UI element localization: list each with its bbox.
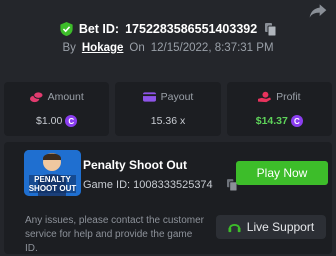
payout-value: 15.36 x [150,115,186,127]
bet-author-row: By Hokage On 12/15/2022, 8:37:31 PM [0,42,336,54]
bet-id-label: Bet ID: [78,22,120,36]
play-now-button[interactable]: Play Now [236,161,328,185]
live-support-label: Live Support [246,220,315,234]
username-link[interactable]: Hokage [82,42,124,54]
thumbnail-title-line2: SHOOT OUT [29,184,77,193]
game-id-value: 1008333525374 [133,179,213,191]
currency-coin-icon: C [65,115,78,127]
game-card: PENALTY SHOOT OUT Penalty Shoot Out Game… [4,142,332,254]
stat-payout: Payout 15.36 x [115,82,221,136]
bet-id-value: 1752283586551403392 [125,22,258,36]
currency-coin-icon: C [290,115,303,127]
thumbnail-title-line1: PENALTY [34,175,71,184]
bet-id-row: Bet ID: 1752283586551403392 [0,22,336,36]
game-id-label: Game ID: [83,179,131,191]
stat-amount: Amount $1.00 C [4,82,110,136]
game-name: Penalty Shoot Out [83,158,188,172]
shield-check-icon [60,22,73,36]
profit-value: $14.37 [255,115,288,127]
live-support-button[interactable]: Live Support [216,215,326,239]
bet-stats: Amount $1.00 C Payout 15.36 x Profit $14… [4,82,332,136]
by-label: By [62,42,76,54]
game-id-row: Game ID: 1008333525374 [83,179,237,191]
stat-profit: Profit $14.37 C [226,82,332,136]
headset-icon [228,223,241,232]
bet-date: 12/15/2022, 8:37:31 PM [150,42,274,54]
on-label: On [129,42,145,54]
game-thumbnail[interactable]: PENALTY SHOOT OUT [24,150,81,196]
hand-coin-icon [258,91,272,103]
profit-label: Profit [276,91,301,103]
payout-label: Payout [160,91,194,103]
game-thumbnail-art: PENALTY SHOOT OUT [24,150,81,196]
copy-icon[interactable] [265,22,277,36]
amount-label: Amount [47,91,84,103]
coins-icon [29,91,43,103]
support-notice: Any issues, please contact the customer … [25,215,204,254]
wallet-icon [142,92,156,102]
amount-value: $1.00 [36,115,63,127]
share-icon[interactable] [308,2,328,20]
bet-header: Bet ID: 1752283586551403392 By Hokage On… [0,22,336,54]
